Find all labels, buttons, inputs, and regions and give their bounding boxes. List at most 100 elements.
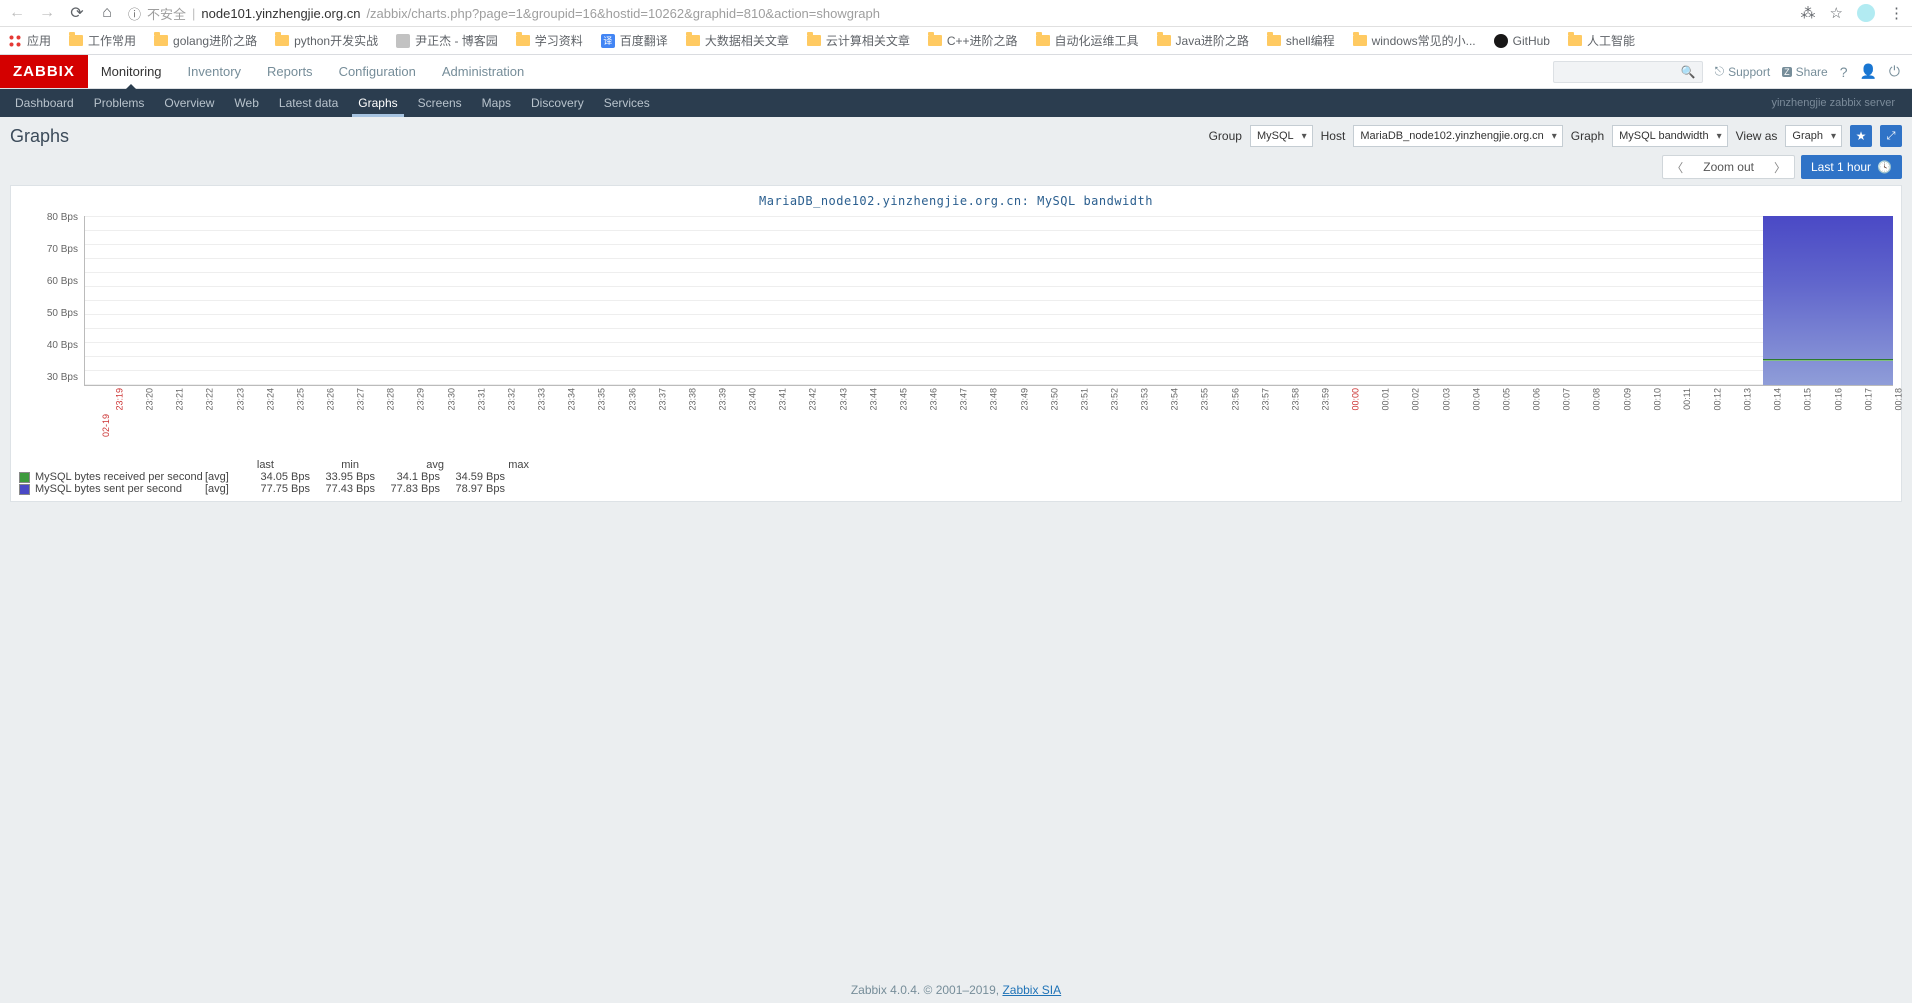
group-select[interactable]: MySQL <box>1250 125 1313 147</box>
x-tick: 23:43 <box>838 388 848 411</box>
share-link[interactable]: ZShare <box>1782 65 1828 79</box>
x-tick: 23:37 <box>657 388 667 411</box>
x-tick: 23:19 <box>115 388 125 411</box>
x-tick: 23:40 <box>748 388 758 411</box>
subtab-web[interactable]: Web <box>224 89 268 117</box>
bookmark-item[interactable]: python开发实战 <box>275 32 378 49</box>
bookmark-item[interactable]: 云计算相关文章 <box>807 32 910 49</box>
x-tick: 23:57 <box>1260 388 1270 411</box>
time-controls: 〈 Zoom out 〉 <box>1662 155 1795 179</box>
insecure-label: 不安全 <box>147 4 186 23</box>
user-icon[interactable]: 👤 <box>1859 63 1876 80</box>
clock-icon: 🕓 <box>1877 160 1892 174</box>
bookmark-item[interactable]: 学习资料 <box>516 32 583 49</box>
viewas-select[interactable]: Graph <box>1785 125 1842 147</box>
x-tick: 23:48 <box>989 388 999 411</box>
power-icon[interactable]: ⏻ <box>1889 63 1900 80</box>
graph-title: MariaDB_node102.yinzhengjie.org.cn: MySQ… <box>19 194 1893 208</box>
time-prev-button[interactable]: 〈 <box>1663 156 1691 178</box>
home-icon[interactable]: ⌂ <box>98 4 116 22</box>
plot-area[interactable] <box>84 216 1893 386</box>
x-axis: 23:1923:2023:2123:2223:2323:2423:2523:26… <box>84 386 1893 441</box>
translate-icon[interactable]: ⁂ <box>1801 4 1816 22</box>
x-tick: 23:23 <box>235 388 245 411</box>
subtab-maps[interactable]: Maps <box>472 89 521 117</box>
graph-container: MariaDB_node102.yinzhengjie.org.cn: MySQ… <box>10 185 1902 502</box>
footer-link[interactable]: Zabbix SIA <box>1002 983 1061 997</box>
x-tick: 23:42 <box>808 388 818 411</box>
subtab-graphs[interactable]: Graphs <box>348 89 407 117</box>
bookmark-star-icon[interactable]: ☆ <box>1830 4 1843 22</box>
legend-row: MySQL bytes sent per second[avg]77.75 Bp… <box>19 483 1893 495</box>
legend-row: MySQL bytes received per second[avg]34.0… <box>19 471 1893 483</box>
zabbix-logo[interactable]: ZABBIX <box>0 55 88 88</box>
bookmark-item[interactable]: golang进阶之路 <box>154 32 257 49</box>
bookmark-item[interactable]: GitHub <box>1494 34 1550 48</box>
support-link[interactable]: ⎋Support <box>1715 64 1771 79</box>
forward-icon[interactable]: → <box>38 4 56 22</box>
tab-monitoring[interactable]: Monitoring <box>88 55 175 88</box>
x-tick: 23:38 <box>687 388 697 411</box>
graph-select[interactable]: MySQL bandwidth <box>1612 125 1727 147</box>
subtab-latest-data[interactable]: Latest data <box>269 89 348 117</box>
x-tick: 23:31 <box>476 388 486 411</box>
x-tick: 23:22 <box>205 388 215 411</box>
y-tick: 80 Bps <box>47 212 78 223</box>
time-range-button[interactable]: Last 1 hour 🕓 <box>1801 155 1902 179</box>
x-tick: 00:02 <box>1411 388 1421 411</box>
x-tick: 23:35 <box>597 388 607 411</box>
tab-reports[interactable]: Reports <box>254 55 326 88</box>
x-tick: 00:18 <box>1893 388 1903 411</box>
avatar[interactable] <box>1857 4 1875 22</box>
zoom-out-button[interactable]: Zoom out <box>1691 156 1766 178</box>
bookmark-item[interactable]: 自动化运维工具 <box>1036 32 1139 49</box>
footer: Zabbix 4.0.4. © 2001–2019, Zabbix SIA <box>0 983 1912 997</box>
x-tick: 23:29 <box>416 388 426 411</box>
reload-icon[interactable]: ⟳ <box>68 3 86 23</box>
x-tick: 23:44 <box>868 388 878 411</box>
x-tick: 23:58 <box>1290 388 1300 411</box>
x-tick: 23:36 <box>627 388 637 411</box>
subtab-discovery[interactable]: Discovery <box>521 89 594 117</box>
bookmark-item[interactable]: 应用 <box>8 32 51 49</box>
legend-header: avg <box>389 459 444 471</box>
x-tick: 23:54 <box>1170 388 1180 411</box>
bookmark-item[interactable]: 译百度翻译 <box>601 32 668 49</box>
bookmark-item[interactable]: C++进阶之路 <box>928 32 1018 49</box>
menu-dots-icon[interactable]: ⋮ <box>1889 4 1904 22</box>
bookmark-item[interactable]: 尹正杰 - 博客园 <box>396 32 498 49</box>
subtab-services[interactable]: Services <box>594 89 660 117</box>
bookmark-item[interactable]: Java进阶之路 <box>1157 32 1249 49</box>
help-icon[interactable]: ? <box>1840 64 1848 80</box>
subtab-dashboard[interactable]: Dashboard <box>5 89 84 117</box>
host-select[interactable]: MariaDB_node102.yinzhengjie.org.cn <box>1353 125 1562 147</box>
favorite-button[interactable]: ★ <box>1850 125 1872 147</box>
back-icon[interactable]: ← <box>8 4 26 22</box>
subtab-screens[interactable]: Screens <box>408 89 472 117</box>
x-tick: 23:55 <box>1200 388 1210 411</box>
tab-inventory[interactable]: Inventory <box>175 55 254 88</box>
tab-administration[interactable]: Administration <box>429 55 537 88</box>
bookmark-item[interactable]: windows常见的小... <box>1353 32 1476 49</box>
address-bar[interactable]: ⓘ 不安全 | node101.yinzhengjie.org.cn/zabbi… <box>128 4 1789 23</box>
search-input[interactable]: 🔍 <box>1553 61 1703 83</box>
fullscreen-button[interactable]: ⤢ <box>1880 125 1902 147</box>
y-tick: 30 Bps <box>47 372 78 383</box>
viewas-label: View as <box>1736 129 1778 143</box>
time-next-button[interactable]: 〉 <box>1766 156 1794 178</box>
bookmark-item[interactable]: 大数据相关文章 <box>686 32 789 49</box>
insecure-icon: ⓘ <box>128 4 141 23</box>
subtab-overview[interactable]: Overview <box>154 89 224 117</box>
bookmark-item[interactable]: shell编程 <box>1267 32 1335 49</box>
x-tick: 23:32 <box>506 388 516 411</box>
subtab-problems[interactable]: Problems <box>84 89 155 117</box>
x-tick: 23:53 <box>1140 388 1150 411</box>
bookmark-item[interactable]: 人工智能 <box>1568 32 1635 49</box>
bookmark-item[interactable]: 工作常用 <box>69 32 136 49</box>
host-label: Host <box>1321 129 1346 143</box>
page-title: Graphs <box>10 126 69 147</box>
graph-label: Graph <box>1571 129 1604 143</box>
y-tick: 50 Bps <box>47 308 78 319</box>
tab-configuration[interactable]: Configuration <box>326 55 429 88</box>
x-tick: 23:26 <box>326 388 336 411</box>
